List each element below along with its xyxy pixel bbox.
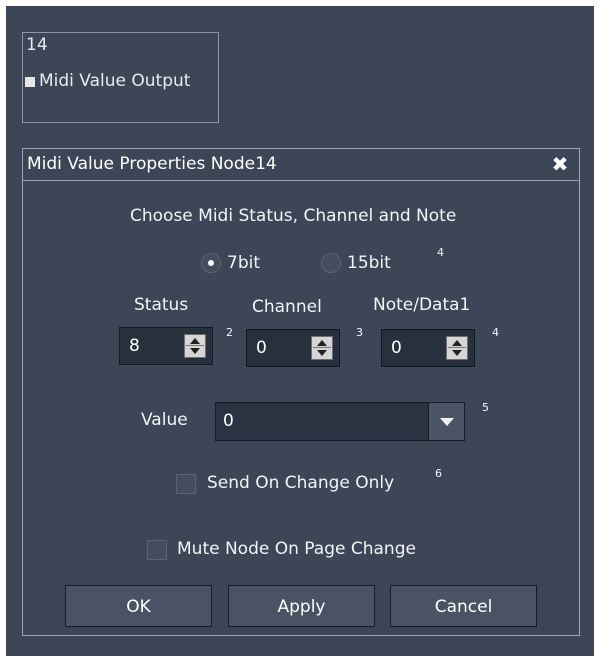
send-on-change-label: Send On Change Only — [207, 473, 395, 493]
radio-7bit-label: 7bit — [227, 253, 260, 273]
status-spin-arrows-icon[interactable] — [184, 334, 206, 358]
dialog-heading: Choose Midi Status, Channel and Note — [130, 206, 457, 226]
value-dropdown[interactable]: 0 — [215, 402, 465, 441]
channel-value: 0 — [256, 338, 267, 358]
resolution-hint: 4 — [437, 246, 444, 259]
note-spin-arrows-icon[interactable] — [446, 336, 468, 360]
channel-hint: 3 — [356, 326, 363, 339]
status-hint: 2 — [226, 326, 233, 339]
mute-node-label: Mute Node On Page Change — [177, 539, 416, 559]
note-hint: 4 — [492, 326, 499, 339]
status-stepper[interactable]: 8 — [119, 327, 213, 365]
node-label: Midi Value Output — [39, 71, 191, 91]
radio-15bit-label: 15bit — [347, 253, 391, 273]
channel-stepper[interactable]: 0 — [246, 329, 340, 367]
patch-canvas: 14 Midi Value Output Midi Value Properti… — [6, 6, 594, 656]
radio-7bit[interactable] — [201, 253, 221, 273]
apply-button[interactable]: Apply — [228, 585, 375, 627]
dropdown-arrow-icon[interactable] — [428, 403, 464, 440]
value-hint: 5 — [482, 401, 489, 414]
send-on-change-hint: 6 — [435, 467, 442, 480]
send-on-change-checkbox[interactable] — [176, 474, 196, 494]
dialog-titlebar[interactable]: Midi Value Properties Node14 ✖ — [23, 149, 579, 181]
channel-label: Channel — [252, 297, 322, 317]
midi-value-properties-dialog: Midi Value Properties Node14 ✖ Choose Mi… — [22, 148, 580, 636]
radio-15bit[interactable] — [321, 253, 341, 273]
close-icon[interactable]: ✖ — [549, 153, 571, 175]
note-stepper[interactable]: 0 — [381, 329, 475, 367]
cancel-button[interactable]: Cancel — [390, 585, 537, 627]
value-selected: 0 — [223, 411, 234, 431]
midi-value-output-node[interactable]: 14 Midi Value Output — [22, 32, 219, 123]
note-label: Note/Data1 — [373, 295, 471, 315]
value-label: Value — [141, 410, 188, 430]
ok-button[interactable]: OK — [65, 585, 212, 627]
mute-node-checkbox[interactable] — [147, 540, 167, 560]
dialog-title: Midi Value Properties Node14 — [27, 154, 277, 174]
node-input-port[interactable] — [25, 77, 35, 87]
channel-spin-arrows-icon[interactable] — [311, 336, 333, 360]
node-number: 14 — [26, 35, 48, 55]
note-value: 0 — [391, 338, 402, 358]
status-label: Status — [134, 295, 189, 315]
status-value: 8 — [129, 336, 140, 356]
